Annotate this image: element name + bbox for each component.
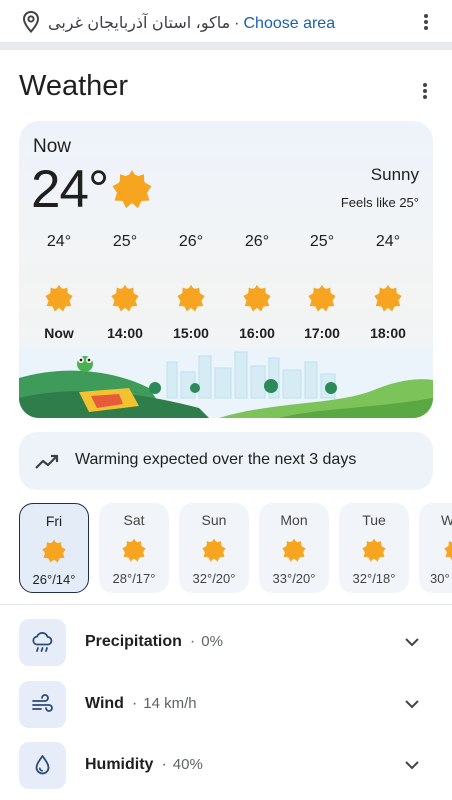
hourly-item: 25° 17:00 <box>292 233 352 341</box>
wind-icon-box <box>19 681 66 728</box>
water-drop-icon <box>35 755 50 775</box>
sunny-icon <box>45 284 73 312</box>
chevron-down-icon[interactable] <box>404 760 420 770</box>
location-pin-icon[interactable] <box>22 11 40 33</box>
metric-separator: · <box>189 633 196 650</box>
weather-menu-icon[interactable] <box>415 81 435 101</box>
day-temp-range: 28°/17° <box>112 571 156 586</box>
metric-label: Wind <box>85 695 124 712</box>
hourly-time: 15:00 <box>173 325 209 341</box>
day-chip-tue[interactable]: Tue 32°/18° <box>339 503 409 593</box>
hourly-item: 26° 16:00 <box>227 233 287 341</box>
location-separator: · <box>234 15 240 32</box>
sunny-icon <box>112 169 152 209</box>
weather-insight-card[interactable]: Warming expected over the next 3 days <box>19 432 433 490</box>
now-label: Now <box>33 136 72 157</box>
current-condition: Sunny <box>370 165 419 184</box>
hourly-time: Now <box>44 325 74 341</box>
sunny-icon <box>362 538 386 562</box>
hourly-temp: 26° <box>244 233 270 250</box>
hourly-time: 16:00 <box>239 325 275 341</box>
day-chip-wed[interactable]: W 30° <box>419 503 452 593</box>
chevron-down-icon[interactable] <box>404 637 420 647</box>
metric-label: Precipitation <box>85 633 182 650</box>
location-bar: ماکو، استان آذربایجان غربی · Choose area <box>0 0 452 42</box>
section-divider <box>0 604 452 605</box>
hourly-item: 26° 15:00 <box>161 233 221 341</box>
current-weather-card[interactable]: Now 24° Sunny Feels like 25° 24° Now 25°… <box>19 121 433 418</box>
sunny-icon <box>444 538 452 562</box>
day-temp-range: 26°/14° <box>32 572 76 587</box>
precipitation-icon-box <box>19 619 66 666</box>
location-text: ماکو، استان آذربایجان غربی · Choose area <box>48 13 335 33</box>
sunny-icon <box>202 538 226 562</box>
sunny-icon <box>282 538 306 562</box>
rain-cloud-icon <box>32 632 53 652</box>
hourly-temp: 24° <box>46 233 72 250</box>
landscape-illustration <box>19 348 433 418</box>
metric-separator: · <box>161 756 167 773</box>
metric-value: 14 km/h <box>143 695 197 712</box>
hourly-temp: 25° <box>112 233 138 250</box>
current-temperature: 24° <box>31 160 109 219</box>
more-options-icon[interactable] <box>416 12 436 32</box>
day-name: W <box>441 512 452 528</box>
day-chip-fri[interactable]: Fri 26°/14° <box>19 503 89 593</box>
location-name: ماکو، استان آذربایجان غربی <box>48 15 231 32</box>
metric-separator: · <box>131 695 138 712</box>
day-name: Sun <box>201 512 227 528</box>
sunny-icon <box>308 284 336 312</box>
hourly-item: 24° 18:00 <box>358 233 418 341</box>
hourly-item: 25° 14:00 <box>95 233 155 341</box>
day-name: Sat <box>123 512 145 528</box>
day-chip-sun[interactable]: Sun 32°/20° <box>179 503 249 593</box>
top-divider <box>0 42 452 50</box>
sunny-icon <box>42 539 66 563</box>
day-name: Tue <box>362 512 386 528</box>
metric-label: Humidity <box>85 756 154 773</box>
sunny-icon <box>177 284 205 312</box>
day-name: Mon <box>280 512 308 528</box>
hourly-temp: 24° <box>375 233 401 250</box>
feels-like: Feels like 25° <box>340 195 419 210</box>
insight-text: Warming expected over the next 3 days <box>75 451 357 468</box>
wind-icon <box>32 694 53 712</box>
metric-value: 0% <box>201 633 223 650</box>
wind-row[interactable]: Wind · 14 km/h <box>0 681 452 737</box>
day-temp-range: 32°/20° <box>192 571 236 586</box>
trending-up-icon <box>35 454 59 469</box>
page-title: Weather <box>19 70 129 102</box>
day-chip-sat[interactable]: Sat 28°/17° <box>99 503 169 593</box>
hourly-time: 17:00 <box>304 325 340 341</box>
day-temp-range: 32°/18° <box>352 571 396 586</box>
humidity-row[interactable]: Humidity · 40% <box>0 742 452 798</box>
hourly-time: 18:00 <box>370 325 406 341</box>
day-name: Fri <box>45 513 63 529</box>
chevron-down-icon[interactable] <box>404 699 420 709</box>
hourly-time: 14:00 <box>107 325 143 341</box>
sunny-icon <box>111 284 139 312</box>
choose-area-link[interactable]: Choose area <box>243 15 335 32</box>
precipitation-row[interactable]: Precipitation · 0% <box>0 619 452 675</box>
day-temp-range: 33°/20° <box>272 571 316 586</box>
day-temp-range: 30° <box>430 571 450 586</box>
sunny-icon <box>243 284 271 312</box>
hourly-item: 24° Now <box>29 233 89 341</box>
sunny-icon <box>374 284 402 312</box>
metric-value: 40% <box>172 756 203 773</box>
sunny-icon <box>122 538 146 562</box>
humidity-icon-box <box>19 742 66 789</box>
hourly-temp: 26° <box>178 233 204 250</box>
day-chip-mon[interactable]: Mon 33°/20° <box>259 503 329 593</box>
hourly-temp: 25° <box>309 233 335 250</box>
